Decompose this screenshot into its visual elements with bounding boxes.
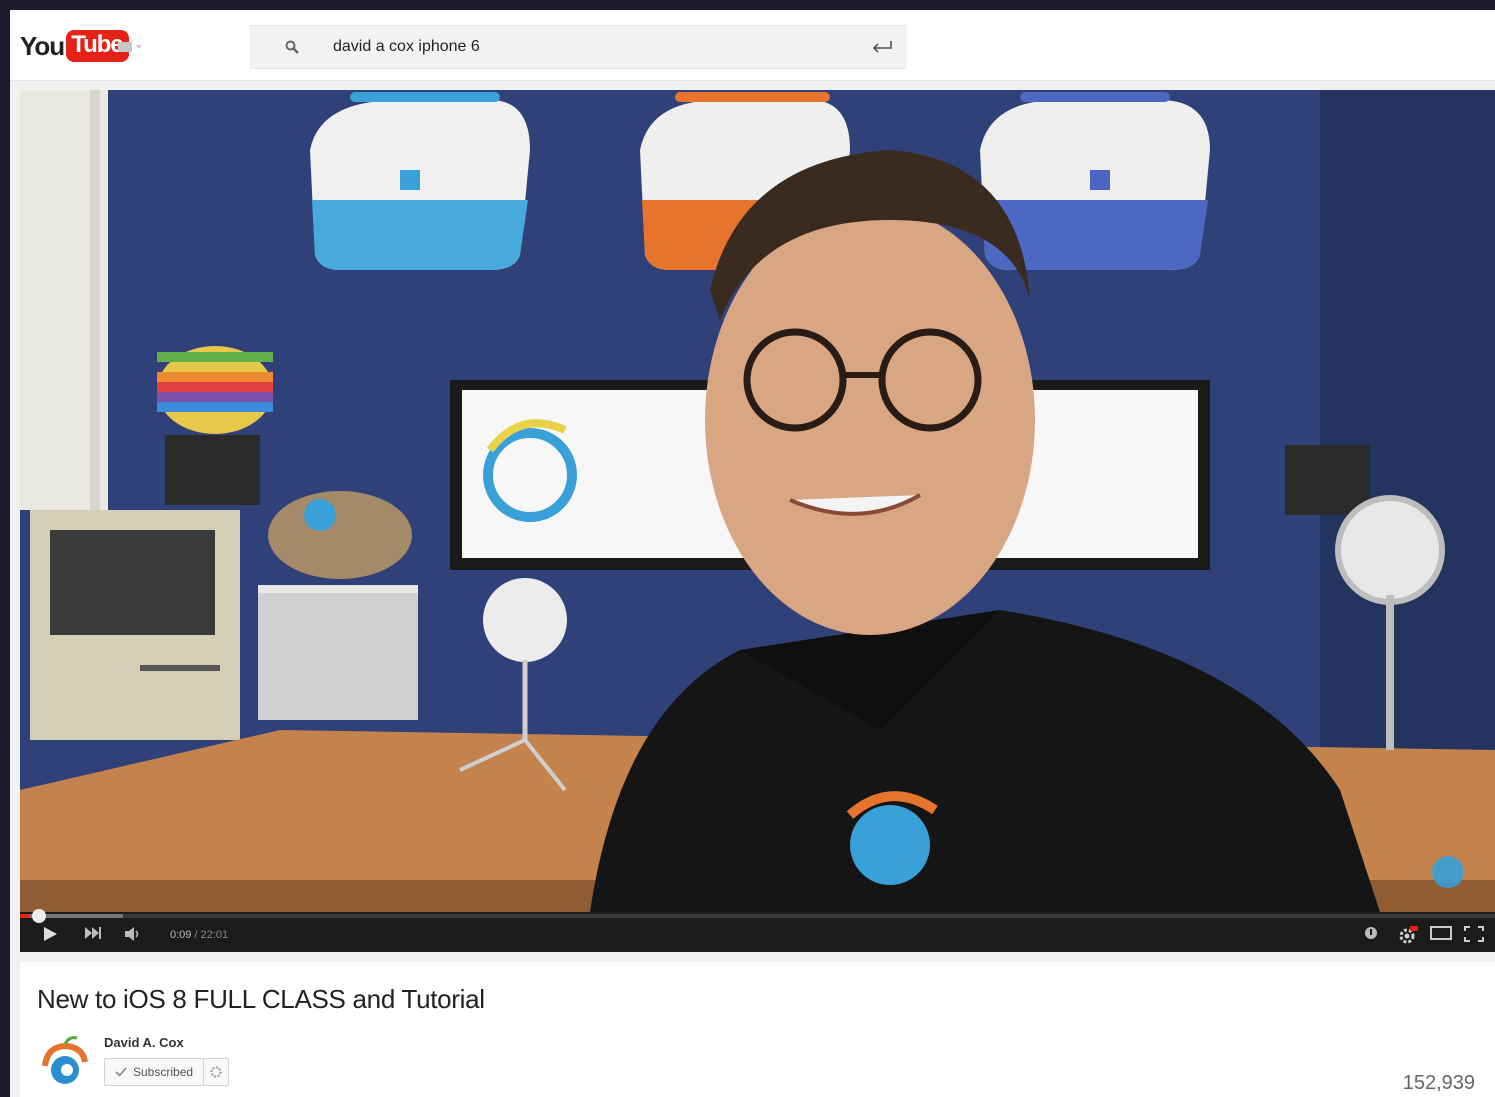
- fullscreen-icon: [1464, 926, 1484, 942]
- progress-played: [20, 914, 31, 918]
- progress-scrubber[interactable]: [32, 909, 46, 923]
- search-icon[interactable]: [285, 40, 299, 54]
- next-icon: [85, 927, 101, 939]
- channel-name[interactable]: David A. Cox: [104, 1035, 184, 1050]
- checkmark-icon: [115, 1067, 127, 1077]
- search-box: [250, 25, 906, 69]
- video-title: New to iOS 8 FULL CLASS and Tutorial: [37, 984, 485, 1014]
- annotations-button[interactable]: [1364, 926, 1378, 940]
- settings-button[interactable]: [1398, 926, 1418, 944]
- time-duration: 22:01: [200, 929, 229, 941]
- theater-mode-icon: [1430, 926, 1452, 940]
- progress-bar[interactable]: [20, 909, 1495, 923]
- youtube-logo[interactable]: You Tube: [20, 28, 129, 64]
- play-button[interactable]: [42, 926, 58, 942]
- view-count: 152,939: [1402, 1072, 1475, 1094]
- video-frame[interactable]: [20, 90, 1495, 912]
- subscribe-button[interactable]: Subscribed: [104, 1058, 230, 1086]
- rainbow-apple-ornament: [157, 346, 273, 434]
- chevron-down-icon: [136, 45, 142, 49]
- next-button[interactable]: [84, 926, 102, 940]
- guide-button[interactable]: [118, 40, 148, 54]
- subscribe-label: Subscribed: [133, 1059, 205, 1085]
- settings-icon: [1399, 926, 1418, 944]
- theater-mode-button[interactable]: [1430, 926, 1452, 940]
- time-current: 0:09: [170, 929, 192, 941]
- channel-avatar[interactable]: [37, 1034, 93, 1090]
- volume-button[interactable]: [124, 926, 142, 942]
- player-controls: 0:09 / 22:01: [20, 909, 1495, 952]
- volume-icon: [125, 927, 139, 941]
- menu-icon: [118, 42, 132, 52]
- annotations-icon: [1365, 927, 1377, 939]
- classic-macintosh: [30, 510, 240, 740]
- fullscreen-button[interactable]: [1464, 926, 1484, 942]
- play-icon: [44, 927, 57, 941]
- channel-watermark-icon[interactable]: [1432, 856, 1464, 888]
- browser-frame: You Tube david a cox iphone 6 0:09 / 22:…: [10, 10, 1495, 1097]
- time-separator: /: [191, 929, 201, 941]
- subscription-preferences-icon[interactable]: [204, 1059, 228, 1085]
- watch-info: New to iOS 8 FULL CLASS and Tutorial Dav…: [20, 962, 1495, 1097]
- time-display: 0:09 / 22:01: [170, 929, 228, 941]
- logo-you-text: You: [20, 30, 65, 61]
- ibook-blue: [310, 92, 530, 270]
- masthead: You Tube: [10, 10, 1495, 81]
- video-player[interactable]: 0:09 / 22:01: [20, 90, 1495, 952]
- enter-icon[interactable]: [871, 40, 893, 54]
- search-input[interactable]: [321, 26, 841, 68]
